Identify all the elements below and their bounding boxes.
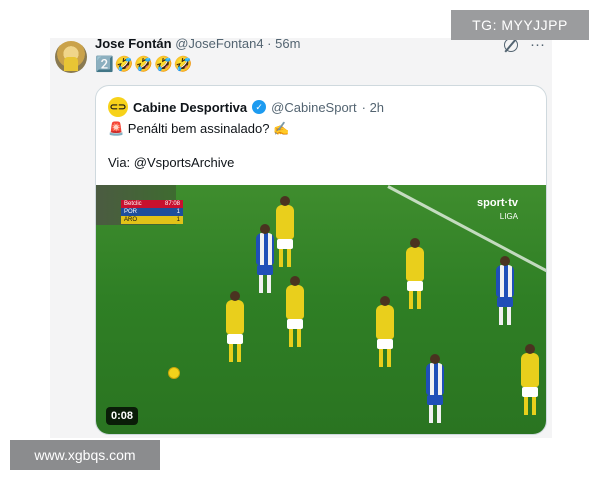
video-player[interactable]: Betclic 87:08 POR 1 ARO 1 sport·tv LIGA [96, 185, 546, 434]
broadcaster-sub: LIGA [499, 212, 518, 221]
player [376, 296, 394, 367]
author-handle[interactable]: @JoseFontan4 [175, 36, 263, 51]
player [426, 354, 444, 423]
scoreboard-clock: 87:08 [164, 201, 180, 207]
scoreboard-team2-row: ARO 1 [121, 216, 183, 224]
scoreboard-score2: 1 [176, 217, 180, 223]
ball [168, 367, 180, 379]
quoted-author-handle[interactable]: @CabineSport [271, 100, 356, 115]
scoreboard: Betclic 87:08 POR 1 ARO 1 [121, 200, 183, 224]
screenshot: Jose Fontán @JoseFontan4 · 56m ··· 2️⃣🤣🤣… [0, 0, 600, 480]
quoted-author-avatar[interactable]: ⊂⊃ [108, 97, 128, 117]
scoreboard-sponsor-row: Betclic 87:08 [121, 200, 183, 208]
quoted-tweet-header: ⊂⊃ Cabine Desportiva ✓ @CabineSport · 2h [108, 97, 384, 117]
scoreboard-team1: POR [124, 209, 138, 215]
author-name[interactable]: Jose Fontán [95, 36, 172, 51]
quoted-tweet-time[interactable]: · 2h [362, 100, 384, 115]
player [521, 344, 539, 415]
player [256, 224, 274, 293]
quoted-tweet-source[interactable]: Via: @VsportsArchive [108, 155, 234, 170]
scoreboard-team1-row: POR 1 [121, 208, 183, 216]
player [226, 291, 244, 362]
tweet-header: Jose Fontán @JoseFontan4 · 56m [95, 36, 300, 51]
author-avatar[interactable] [55, 41, 87, 73]
tweet-time[interactable]: · 56m [264, 36, 300, 51]
broadcaster-logo: sport·tv LIGA [477, 197, 518, 223]
verified-badge-icon: ✓ [252, 100, 267, 114]
broadcaster-name: sport·tv [477, 197, 518, 209]
player [496, 256, 514, 325]
scoreboard-sponsor: Betclic [124, 201, 142, 207]
scoreboard-team2: ARO [124, 217, 138, 223]
quoted-tweet-text: 🚨 Penálti bem assinalado? ✍️ [108, 121, 290, 136]
quoted-tweet[interactable]: ⊂⊃ Cabine Desportiva ✓ @CabineSport · 2h… [95, 85, 547, 435]
video-duration: 0:08 [106, 407, 139, 425]
watermark-bottom-left: www.xgbqs.com [10, 440, 160, 470]
player [286, 276, 304, 347]
watermark-top-right: TG: MYYJJPP [451, 10, 589, 40]
player [276, 196, 294, 267]
player [406, 238, 424, 309]
tweet-text: 2️⃣🤣🤣🤣🤣 [95, 56, 194, 73]
quoted-author-name[interactable]: Cabine Desportiva [133, 100, 247, 115]
scoreboard-score1: 1 [176, 209, 180, 215]
